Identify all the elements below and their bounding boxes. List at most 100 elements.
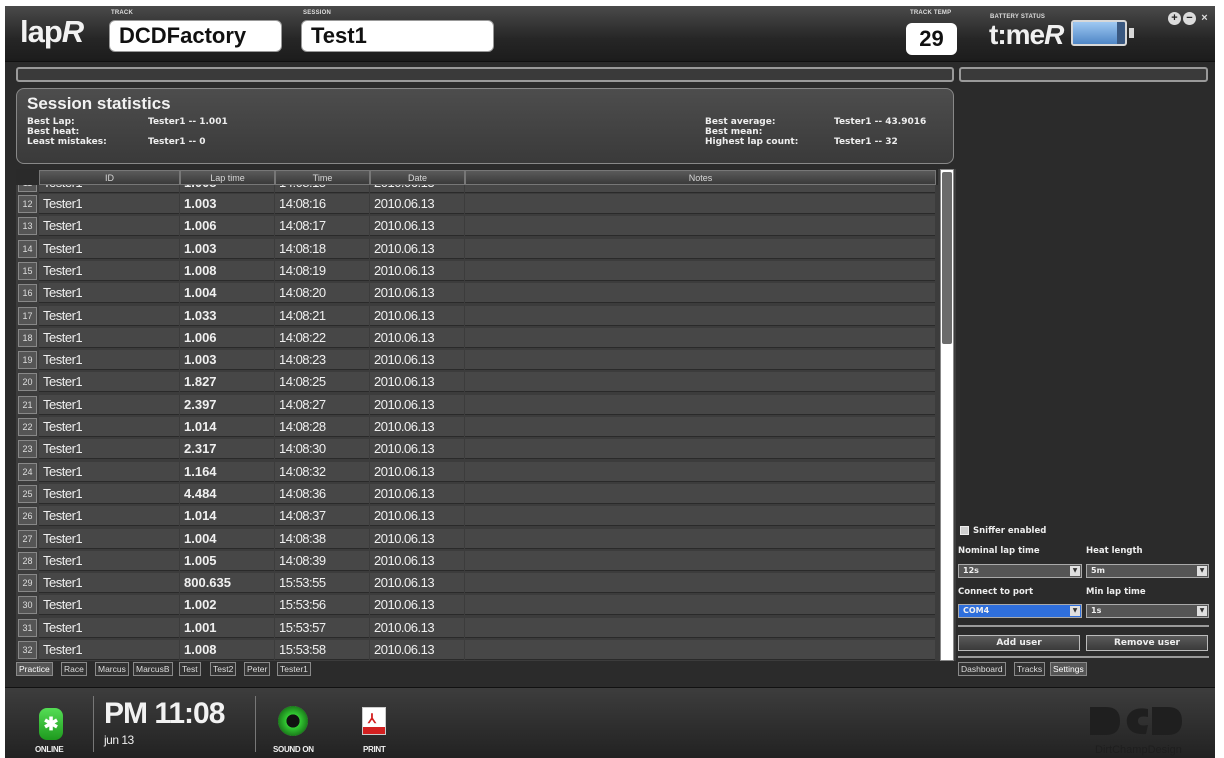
cell-lap: 1.008 bbox=[180, 640, 274, 660]
connect-port-select[interactable]: COM4 ▼ bbox=[958, 604, 1082, 618]
best-lap-label: Best Lap: bbox=[27, 117, 75, 127]
table-row[interactable]: 21 Tester1 2.397 14:08:27 2010.06.13 bbox=[16, 394, 938, 416]
table-row[interactable]: 32 Tester1 1.008 15:53:58 2010.06.13 bbox=[16, 640, 938, 661]
cell-id: Tester1 bbox=[39, 327, 179, 348]
scrollbar-thumb[interactable] bbox=[942, 172, 952, 344]
row-number: 31 bbox=[18, 618, 37, 637]
row-number: 17 bbox=[18, 306, 37, 325]
dcd-logo bbox=[1090, 707, 1182, 735]
cell-date: 2010.06.13 bbox=[370, 283, 464, 304]
row-number: 20 bbox=[18, 373, 37, 392]
cell-notes bbox=[465, 238, 935, 259]
min-lap-select[interactable]: 1s ▼ bbox=[1086, 604, 1209, 618]
table-row[interactable]: 19 Tester1 1.003 14:08:23 2010.06.13 bbox=[16, 350, 938, 371]
speaker-icon[interactable] bbox=[278, 706, 308, 736]
table-row[interactable]: 23 Tester1 2.317 14:08:30 2010.06.13 bbox=[16, 439, 938, 460]
table-row[interactable]: 26 Tester1 1.014 14:08:37 2010.06.13 bbox=[16, 506, 938, 527]
tab-session-practice[interactable]: Practice bbox=[16, 662, 53, 676]
column-header-time[interactable]: Time bbox=[275, 170, 370, 185]
table-row[interactable]: 22 Tester1 1.014 14:08:28 2010.06.13 bbox=[16, 417, 938, 438]
tab-session-race[interactable]: Race bbox=[61, 662, 87, 676]
tab-settings[interactable]: Settings bbox=[1050, 662, 1087, 676]
session-field[interactable]: Test1 bbox=[301, 20, 494, 52]
table-row[interactable]: 17 Tester1 1.033 14:08:21 2010.06.13 bbox=[16, 305, 938, 327]
best-average-label: Best average: bbox=[705, 117, 776, 127]
table-row[interactable]: 27 Tester1 1.004 14:08:38 2010.06.13 bbox=[16, 528, 938, 550]
min-lap-value: 1s bbox=[1091, 606, 1102, 615]
bluetooth-icon[interactable]: ✱ bbox=[39, 708, 63, 740]
column-header-notes[interactable]: Notes bbox=[465, 170, 936, 185]
cell-id: Tester1 bbox=[39, 483, 179, 504]
close-icon[interactable]: × bbox=[1198, 12, 1211, 25]
table-row[interactable]: 14 Tester1 1.003 14:08:18 2010.06.13 bbox=[16, 238, 938, 260]
row-number: 14 bbox=[18, 239, 37, 258]
table-row[interactable]: 15 Tester1 1.008 14:08:19 2010.06.13 bbox=[16, 260, 938, 282]
cell-lap: 1.002 bbox=[180, 595, 274, 616]
cell-id: Tester1 bbox=[39, 640, 179, 660]
table-scrollbar[interactable] bbox=[940, 169, 954, 661]
cell-notes bbox=[465, 461, 935, 482]
chevron-down-icon: ▼ bbox=[1197, 566, 1207, 576]
app-window: lapR TRACK DCDFactory SESSION Test1 TRAC… bbox=[5, 6, 1215, 758]
table-row[interactable]: 30 Tester1 1.002 15:53:56 2010.06.13 bbox=[16, 595, 938, 616]
plus-icon[interactable]: + bbox=[1168, 12, 1181, 25]
cell-notes bbox=[465, 550, 935, 571]
table-row[interactable]: 29 Tester1 800.635 15:53:55 2010.06.13 bbox=[16, 573, 938, 594]
tab-tracks[interactable]: Tracks bbox=[1014, 662, 1046, 676]
highest-lap-count-label: Highest lap count: bbox=[705, 137, 799, 147]
highest-lap-count-value: Tester1 -- 32 bbox=[834, 137, 898, 147]
cell-time: 14:08:16 bbox=[275, 194, 369, 214]
pdf-icon[interactable]: ⅄ bbox=[362, 707, 386, 735]
row-number: 15 bbox=[18, 261, 37, 280]
cell-time: 14:08:18 bbox=[275, 238, 369, 259]
heat-length-select[interactable]: 5m ▼ bbox=[1086, 564, 1209, 578]
least-mistakes-value: Tester1 -- 0 bbox=[148, 137, 206, 147]
row-number: 27 bbox=[18, 529, 37, 548]
tab-session-test2[interactable]: Test2 bbox=[210, 662, 237, 676]
cell-id: Tester1 bbox=[39, 550, 179, 571]
table-row[interactable]: 16 Tester1 1.004 14:08:20 2010.06.13 bbox=[16, 283, 938, 304]
table-row[interactable]: 12 Tester1 1.003 14:08:16 2010.06.13 bbox=[16, 194, 938, 215]
cell-id: Tester1 bbox=[39, 573, 179, 594]
cell-date: 2010.06.13 bbox=[370, 260, 464, 281]
cell-lap: 800.635 bbox=[180, 573, 274, 594]
table-row[interactable]: 24 Tester1 1.164 14:08:32 2010.06.13 bbox=[16, 461, 938, 483]
nominal-lap-select[interactable]: 12s ▼ bbox=[958, 564, 1082, 578]
tab-session-peter[interactable]: Peter bbox=[244, 662, 271, 676]
add-user-button[interactable]: Add user bbox=[958, 635, 1080, 651]
sniffer-checkbox[interactable] bbox=[960, 526, 969, 535]
minimize-icon[interactable]: − bbox=[1183, 12, 1196, 25]
cell-date: 2010.06.13 bbox=[370, 417, 464, 437]
column-header-id[interactable]: ID bbox=[39, 170, 180, 185]
cell-lap: 1.003 bbox=[180, 350, 274, 371]
tab-session-tester1[interactable]: Tester1 bbox=[277, 662, 311, 676]
cell-lap: 1.005 bbox=[180, 550, 274, 571]
remove-user-button[interactable]: Remove user bbox=[1086, 635, 1208, 651]
table-row[interactable]: 20 Tester1 1.827 14:08:25 2010.06.13 bbox=[16, 372, 938, 393]
tab-session-marcusb[interactable]: MarcusB bbox=[133, 662, 173, 676]
cell-time: 15:53:58 bbox=[275, 640, 369, 660]
tab-dashboard[interactable]: Dashboard bbox=[958, 662, 1006, 676]
table-row[interactable]: 28 Tester1 1.005 14:08:39 2010.06.13 bbox=[16, 550, 938, 572]
track-field[interactable]: DCDFactory bbox=[109, 20, 282, 52]
table-row[interactable]: 18 Tester1 1.006 14:08:22 2010.06.13 bbox=[16, 327, 938, 349]
cell-lap: 1.827 bbox=[180, 372, 274, 393]
table-row[interactable]: 31 Tester1 1.001 15:53:57 2010.06.13 bbox=[16, 617, 938, 639]
print-label: PRINT bbox=[363, 745, 386, 754]
best-lap-value: Tester1 -- 1.001 bbox=[148, 117, 228, 127]
tab-session-test[interactable]: Test bbox=[179, 662, 201, 676]
best-average-value: Tester1 -- 43.9016 bbox=[834, 117, 927, 127]
cell-lap: 1.003 bbox=[180, 194, 274, 214]
column-header-lap-time[interactable]: Lap time bbox=[180, 170, 275, 185]
table-row[interactable]: 13 Tester1 1.006 14:08:17 2010.06.13 bbox=[16, 216, 938, 237]
column-header-date[interactable]: Date bbox=[370, 170, 465, 185]
table-row[interactable]: 25 Tester1 4.484 14:08:36 2010.06.13 bbox=[16, 483, 938, 505]
cell-date: 2010.06.13 bbox=[370, 483, 464, 504]
heat-length-label: Heat length bbox=[1086, 546, 1143, 556]
cell-notes bbox=[465, 327, 935, 348]
stats-title: Session statistics bbox=[27, 94, 171, 113]
cell-lap: 1.008 bbox=[180, 260, 274, 281]
tab-session-marcus[interactable]: Marcus bbox=[95, 662, 129, 676]
connect-port-label: Connect to port bbox=[958, 587, 1034, 597]
brand-label: DirtChampDesign bbox=[1095, 744, 1182, 756]
